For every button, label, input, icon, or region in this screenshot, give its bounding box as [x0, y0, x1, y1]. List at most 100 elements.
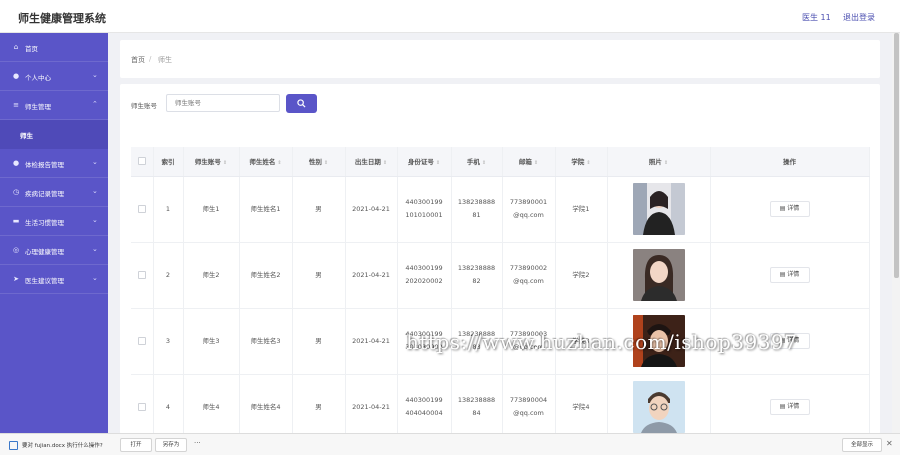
- sidebar-subitem-students[interactable]: 师生: [0, 120, 108, 149]
- cell-birth: 2021-04-21: [345, 176, 398, 243]
- cell-account: 师生3: [183, 308, 240, 375]
- search-input[interactable]: [166, 94, 280, 112]
- cell-phone: 138238888 84: [451, 374, 503, 434]
- sidebar-item-student-management[interactable]: ≡ 师生管理 ⌃: [0, 91, 108, 120]
- chevron-up-icon: ⌃: [92, 100, 98, 108]
- scrollbar-thumb[interactable]: [894, 33, 899, 278]
- sort-icon: ⇕: [222, 160, 228, 167]
- open-button[interactable]: 打开: [120, 438, 152, 452]
- sidebar-item-doctor-advice[interactable]: ➤ 医生建议管理 ⌄: [0, 265, 108, 294]
- sidebar-item-disease-records[interactable]: ◷ 疾病记录管理 ⌄: [0, 178, 108, 207]
- student-photo[interactable]: [632, 249, 685, 301]
- cell-college: 学院2: [555, 242, 608, 309]
- search-button[interactable]: [286, 94, 317, 113]
- cell-id-number: 440300199 101010001: [397, 176, 452, 243]
- sidebar-item-label: 医生建议管理: [25, 277, 64, 285]
- cell-name: 师生姓名3: [239, 308, 293, 375]
- sidebar-item-label: 个人中心: [25, 74, 51, 82]
- cell-account: 师生4: [183, 374, 240, 434]
- column-header[interactable]: 性别 ⇕: [292, 147, 346, 177]
- user-name[interactable]: 医生 11: [802, 12, 831, 23]
- user-icon: ●: [12, 159, 20, 167]
- cell-gender: 男: [292, 176, 346, 243]
- student-photo[interactable]: [632, 381, 685, 433]
- sort-icon: ⇕: [481, 160, 487, 167]
- cell-gender: 男: [292, 308, 346, 375]
- column-header[interactable]: 手机 ⇕: [451, 147, 503, 177]
- cell-birth: 2021-04-21: [345, 308, 398, 375]
- cell-account: 师生2: [183, 242, 240, 309]
- column-header[interactable]: 邮箱 ⇕: [502, 147, 556, 177]
- chat-icon: ▬: [12, 217, 20, 225]
- show-all-button[interactable]: 全部显示: [842, 438, 882, 452]
- detail-button[interactable]: ▤ 详情: [769, 201, 810, 217]
- cell-email: 773890002 @qq.com: [502, 242, 556, 309]
- student-photo[interactable]: [632, 183, 685, 235]
- cell-index: 1: [153, 176, 184, 243]
- sidebar-item-profile[interactable]: ● 个人中心 ⌄: [0, 62, 108, 91]
- column-header[interactable]: 照片 ⇕: [607, 147, 711, 177]
- sort-icon: ⇕: [277, 160, 282, 167]
- download-message: 要对 fujian.docx 执行什么操作?: [22, 443, 103, 449]
- cell-email: 773890001 @qq.com: [502, 176, 556, 243]
- sort-icon: ⇕: [586, 160, 591, 167]
- select-all-cell: [131, 147, 154, 177]
- column-header[interactable]: 出生日期 ⇕: [345, 147, 398, 177]
- more-options-icon[interactable]: ···: [194, 439, 201, 447]
- sidebar-item-label: 疾病记录管理: [25, 190, 64, 198]
- cell-index: 3: [153, 308, 184, 375]
- sort-icon: ⇕: [435, 160, 441, 167]
- sidebar-item-mental-health[interactable]: ◎ 心理健康管理 ⌄: [0, 236, 108, 265]
- column-header[interactable]: 身份证号 ⇕: [397, 147, 452, 177]
- sidebar-item-lifestyle[interactable]: ▬ 生活习惯管理 ⌄: [0, 207, 108, 236]
- row-checkbox[interactable]: [137, 402, 146, 411]
- row-checkbox[interactable]: [137, 204, 146, 213]
- document-icon: [9, 441, 18, 450]
- cell-actions: ▤ 详情: [710, 242, 870, 309]
- cell-index: 2: [153, 242, 184, 309]
- breadcrumb-separator: /: [149, 55, 152, 63]
- column-header[interactable]: 学院 ⇕: [555, 147, 608, 177]
- globe-icon: ◎: [12, 246, 20, 254]
- main-panel: 师生账号 索引 师生账号⇕ 师生姓名⇕ 性别⇕ 出生日期⇕ 身份证号⇕ 手机⇕ …: [120, 84, 880, 434]
- cell-phone: 138238888 82: [451, 242, 503, 309]
- list-icon: ≡: [13, 101, 19, 109]
- sidebar-item-label: 体检报告管理: [25, 161, 64, 169]
- detail-button[interactable]: ▤ 详情: [769, 399, 810, 415]
- table-header-row: 索引 师生账号 ⇕ 师生姓名 ⇕ 性别 ⇕ 出生日期 ⇕ 身份证号 ⇕ 手机 ⇕ 邮箱 ⇕ 学…: [131, 147, 870, 177]
- column-header[interactable]: 师生姓名 ⇕: [239, 147, 293, 177]
- breadcrumb-home[interactable]: 首页: [131, 55, 145, 65]
- select-all-checkbox[interactable]: [137, 157, 146, 166]
- detail-button[interactable]: ▤ 详情: [769, 267, 810, 283]
- cell-account: 师生1: [183, 176, 240, 243]
- document-icon: ▤: [779, 271, 786, 278]
- sidebar-item-checkup-reports[interactable]: ● 体检报告管理 ⌄: [0, 149, 108, 178]
- cell-birth: 2021-04-21: [345, 242, 398, 309]
- column-header[interactable]: 师生账号 ⇕: [183, 147, 240, 177]
- column-header: 操作: [710, 147, 870, 177]
- cell-college: 学院4: [555, 374, 608, 434]
- close-icon[interactable]: ✕: [886, 439, 893, 448]
- cell-id-number: 440300199 202020002: [397, 242, 452, 309]
- cell-index: 4: [153, 374, 184, 434]
- sidebar-item-label: 生活习惯管理: [25, 219, 64, 227]
- row-checkbox[interactable]: [137, 336, 146, 345]
- cell-name: 师生姓名1: [239, 176, 293, 243]
- sort-icon: ⇕: [323, 160, 329, 167]
- cell-gender: 男: [292, 242, 346, 309]
- cell-photo: [607, 374, 711, 434]
- search-label: 师生账号: [131, 102, 157, 110]
- table-row: 4 师生4 师生姓名4 男 2021-04-21 440300199 404040…: [131, 374, 870, 434]
- save-as-button[interactable]: 另存为: [155, 438, 187, 452]
- cell-photo: [607, 176, 711, 243]
- clock-icon: ◷: [12, 188, 20, 196]
- column-header: 索引: [153, 147, 184, 177]
- sidebar: ⌂ 首页 ● 个人中心 ⌄ ≡ 师生管理 ⌃ 师生 ● 体检报告管理 ⌄ ◷ 疾…: [0, 33, 108, 433]
- cell-actions: ▤ 详情: [710, 374, 870, 434]
- cell-phone: 138238888 81: [451, 176, 503, 243]
- logout-link[interactable]: 退出登录: [843, 12, 875, 23]
- sidebar-item-label: 心理健康管理: [25, 248, 64, 256]
- sort-icon: ⇕: [533, 160, 539, 167]
- row-checkbox[interactable]: [137, 270, 146, 279]
- sidebar-item-home[interactable]: ⌂ 首页: [0, 33, 108, 62]
